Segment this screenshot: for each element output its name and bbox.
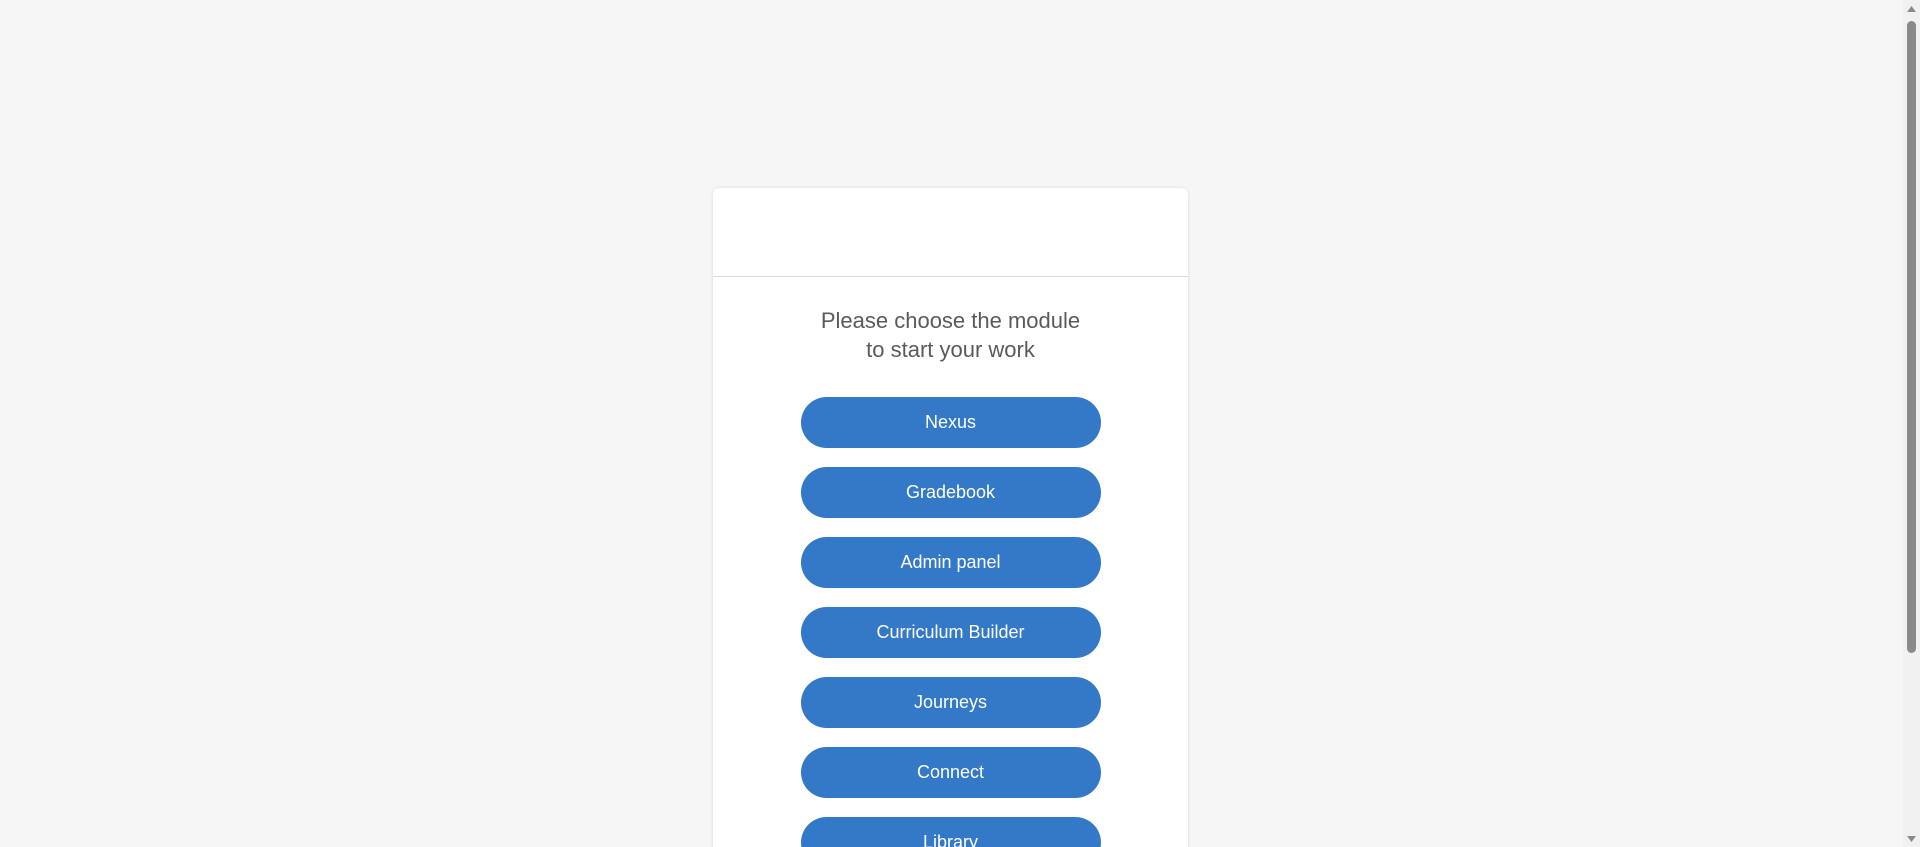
module-button-gradebook[interactable]: Gradebook [800, 467, 1101, 518]
module-list: Nexus Gradebook Admin panel Curriculum B… [713, 397, 1188, 847]
module-button-journeys[interactable]: Journeys [800, 677, 1101, 728]
scroll-down-arrow-icon[interactable] [1903, 830, 1920, 847]
module-prompt-line-2: to start your work [866, 337, 1035, 362]
scroll-up-arrow-icon[interactable] [1903, 0, 1920, 17]
module-prompt-line-1: Please choose the module [820, 308, 1081, 333]
module-button-library[interactable]: Library [800, 817, 1101, 847]
module-button-curriculum-builder[interactable]: Curriculum Builder [800, 607, 1101, 658]
card-body: Please choose the module to start your w… [713, 277, 1188, 847]
module-button-admin-panel[interactable]: Admin panel [800, 537, 1101, 588]
vertical-scrollbar[interactable] [1903, 0, 1920, 847]
module-prompt: Please choose the module to start your w… [786, 306, 1116, 364]
module-button-nexus[interactable]: Nexus [800, 397, 1101, 448]
scrollbar-thumb[interactable] [1907, 21, 1916, 653]
module-button-connect[interactable]: Connect [800, 747, 1101, 798]
module-selection-card: Please choose the module to start your w… [713, 188, 1188, 847]
card-header [713, 188, 1188, 277]
page-viewport: Please choose the module to start your w… [0, 0, 1903, 847]
